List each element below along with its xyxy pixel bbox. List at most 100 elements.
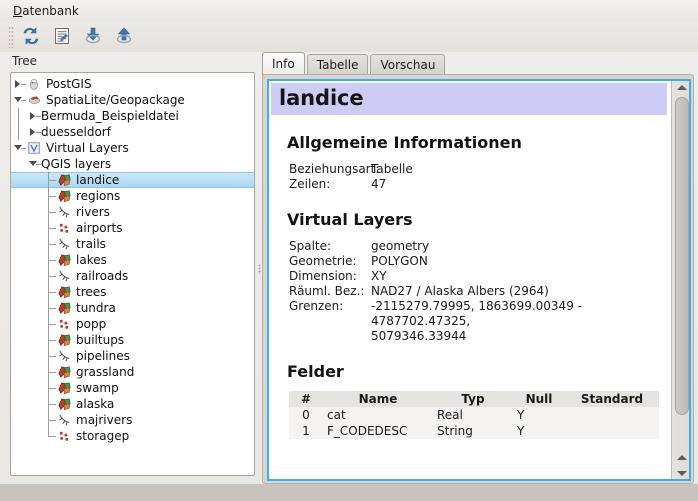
toolbar-drag-handle[interactable]: [8, 26, 14, 48]
tree-indent-guide: [11, 284, 26, 300]
info-document: landice Allgemeine Informationen Beziehu…: [269, 81, 669, 479]
info-vertical-scrollbar[interactable]: [671, 79, 691, 481]
tree-item-label: trails: [76, 237, 106, 251]
tree-branch-dash: [36, 116, 41, 117]
menu-item-datenbank[interactable]: Datenbank: [8, 2, 84, 20]
polygon-layer-icon: [56, 252, 72, 268]
tree-indent-guide: [11, 124, 26, 140]
layer-title-banner: landice: [271, 83, 667, 115]
tree-item-duesseldorf[interactable]: duesseldorf: [11, 124, 254, 140]
virtual-layer-info-list: Spalte: geometry Geometrie: POLYGON Dime…: [289, 239, 659, 344]
tree-branch-dash: [21, 148, 26, 149]
tree-indent-guide: [26, 268, 41, 284]
refresh-button[interactable]: [17, 24, 45, 50]
tree-item-lakes[interactable]: lakes: [11, 252, 254, 268]
tree-item-label: alaska: [76, 397, 114, 411]
menu-item-datenbank-mnemonic: D: [13, 4, 22, 18]
general-info-list: Beziehungsart: Tabelle Zeilen: 47: [289, 162, 659, 192]
tree-item-qgis-layers[interactable]: QGIS layers: [11, 156, 254, 172]
tree-item-label: duesseldorf: [41, 125, 111, 139]
virtual-layer-icon: [26, 140, 42, 156]
tree-branch-connector: [41, 252, 56, 268]
tree-branch-connector: [41, 412, 56, 428]
tree-item-tundra[interactable]: tundra: [11, 300, 254, 316]
tree-item-label: rivers: [76, 205, 110, 219]
expander-open-icon[interactable]: [11, 92, 26, 108]
info-key: Räuml. Bez.:: [289, 284, 371, 299]
tree-indent-guide: [11, 396, 26, 412]
tree-indent-guide: [11, 156, 26, 172]
info-row: Spalte: geometry: [289, 239, 659, 254]
fields-table: # Name Typ Null Standard 0 c: [289, 391, 659, 439]
line-layer-icon: [56, 268, 72, 284]
tree-indent-guide: [11, 380, 26, 396]
field-standard: [565, 407, 659, 423]
tree-indent-guide: [11, 220, 26, 236]
tree-item-builtups[interactable]: builtups: [11, 332, 254, 348]
tree-item-trails[interactable]: trails: [11, 236, 254, 252]
tree-indent-guide: [11, 188, 26, 204]
fields-column-header-standard: Standard: [565, 391, 659, 407]
tree-branch-connector: [41, 348, 56, 364]
tree-view[interactable]: PostGIS SpatiaLite/GeopackageBermuda_Beis…: [10, 72, 255, 476]
expander-closed-icon[interactable]: [11, 76, 26, 92]
detail-panel: InfoTabelle Vorschau landice Allgemeine I…: [262, 52, 694, 484]
tab-tabelle[interactable]: Tabelle: [307, 54, 369, 74]
tab-vorschau[interactable]: Vorschau: [370, 54, 445, 74]
fields-table-header-row: # Name Typ Null Standard: [289, 391, 659, 407]
tree-indent-guide: [26, 300, 41, 316]
fields-column-header-null: Null: [513, 391, 565, 407]
tree-item-pipelines[interactable]: pipelines: [11, 348, 254, 364]
tree-item-regions[interactable]: regions: [11, 188, 254, 204]
menu-bar: Datenbank: [0, 0, 698, 22]
tree-item-bermuda-beispieldatei[interactable]: Bermuda_Beispieldatei: [11, 108, 254, 124]
tree-item-storagep[interactable]: storagep: [11, 428, 254, 444]
info-key: Beziehungsart:: [289, 162, 371, 177]
polygon-layer-icon: [56, 172, 72, 188]
tree-indent-guide: [26, 252, 41, 268]
tree-item-popp[interactable]: popp: [11, 316, 254, 332]
tree-item-alaska[interactable]: alaska: [11, 396, 254, 412]
tree-item-landice[interactable]: landice: [11, 172, 254, 188]
tree-indent-guide: [11, 252, 26, 268]
tree-item-rivers[interactable]: rivers: [11, 204, 254, 220]
scroll-up-button-bottom[interactable]: [673, 449, 691, 465]
tree-item-postgis[interactable]: PostGIS: [11, 76, 254, 92]
expander-open-icon[interactable]: [11, 140, 26, 156]
tab-info[interactable]: Info: [262, 52, 305, 74]
tree-branch-connector: [41, 220, 56, 236]
scrollbar-thumb[interactable]: [675, 97, 689, 415]
tree-item-trees[interactable]: trees: [11, 284, 254, 300]
tree-branch-connector: [41, 316, 56, 332]
tree-item-railroads[interactable]: railroads: [11, 268, 254, 284]
tree-item-label: SpatiaLite/Geopackage: [46, 93, 185, 107]
scrollbar-track[interactable]: [673, 95, 691, 449]
scroll-up-button[interactable]: [673, 79, 691, 95]
tree-item-swamp[interactable]: swamp: [11, 380, 254, 396]
import-button[interactable]: [79, 24, 107, 50]
expander-closed-icon[interactable]: [26, 108, 41, 124]
point-layer-icon: [56, 220, 72, 236]
polygon-layer-icon: [56, 188, 72, 204]
tree-item-grassland[interactable]: grassland: [11, 364, 254, 380]
sql-window-button[interactable]: [48, 24, 76, 50]
expander-open-icon[interactable]: [26, 156, 41, 172]
tree-indent-guide: [11, 332, 26, 348]
tree-branch-connector: [41, 284, 56, 300]
info-document-frame: landice Allgemeine Informationen Beziehu…: [267, 79, 691, 481]
tree-item-label: PostGIS: [46, 77, 92, 91]
tree-panel-title: Tree: [4, 52, 256, 72]
scroll-down-button[interactable]: [673, 465, 691, 481]
tree-item-virtual-layers[interactable]: Virtual Layers: [11, 140, 254, 156]
tree-item-majrivers[interactable]: majrivers: [11, 412, 254, 428]
tab-label: Vorschau: [380, 58, 435, 72]
export-button[interactable]: [110, 24, 138, 50]
field-name: F_CODEDESC: [323, 423, 433, 439]
tree-item-airports[interactable]: airports: [11, 220, 254, 236]
point-layer-icon: [56, 316, 72, 332]
tree-item-spatialite-geopackage[interactable]: SpatiaLite/Geopackage: [11, 92, 254, 108]
info-value: NAD27 / Alaska Albers (2964): [371, 284, 549, 299]
import-down-arrow-icon: [83, 26, 103, 49]
tree-indent-guide: [26, 316, 41, 332]
expander-closed-icon[interactable]: [26, 124, 41, 140]
